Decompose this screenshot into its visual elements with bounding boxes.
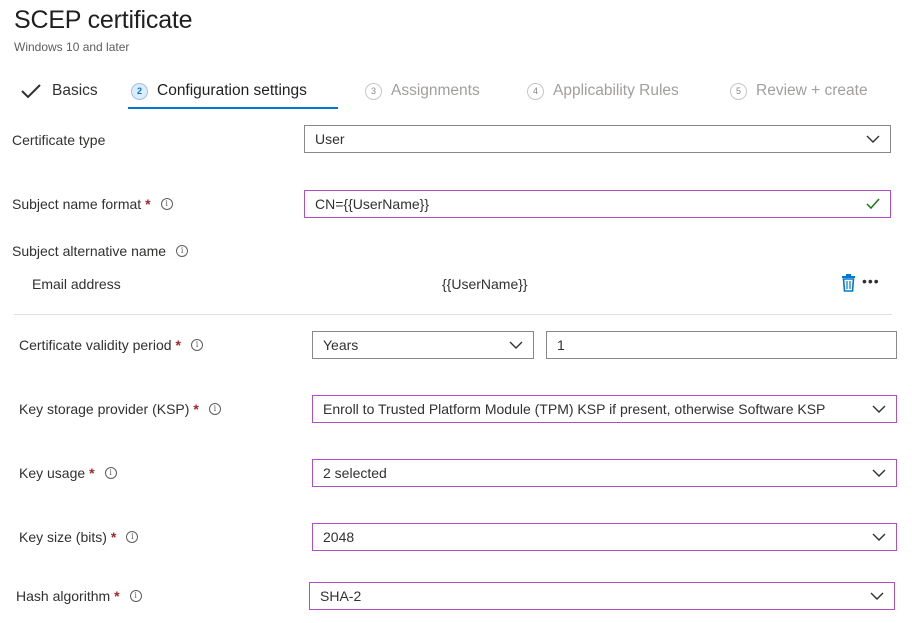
key-size-dropdown[interactable]: 2048 [312, 523, 897, 551]
label-text: Key storage provider (KSP) [19, 401, 190, 417]
label-text: Subject alternative name [12, 243, 167, 259]
tab-label: Configuration settings [157, 82, 307, 99]
chevron-down-icon [866, 135, 880, 143]
dropdown-value: User [315, 131, 345, 147]
tab-review-create[interactable]: 5 Review + create [730, 78, 868, 104]
step-number: 5 [730, 82, 747, 100]
label-text: Subject name format [12, 196, 142, 212]
hash-algorithm-dropdown[interactable]: SHA-2 [309, 582, 895, 610]
tab-label: Review + create [756, 82, 868, 99]
chevron-down-icon [872, 533, 886, 541]
dropdown-value: 2 selected [323, 465, 387, 481]
input-value: 1 [557, 337, 565, 353]
label-text: Key usage [19, 465, 86, 481]
tab-assignments[interactable]: 3 Assignments [365, 78, 480, 104]
required-asterisk: * [89, 465, 95, 481]
subject-name-format-label: Subject name format * i [12, 196, 173, 212]
step-number: 3 [365, 82, 382, 100]
certificate-type-label: Certificate type [12, 132, 105, 148]
step-number: 2 [131, 82, 148, 100]
tab-basics[interactable]: Basics [20, 78, 98, 104]
san-attribute: Email address [32, 276, 121, 292]
info-icon[interactable]: i [160, 198, 173, 210]
dropdown-value: 2048 [323, 529, 355, 545]
tab-label: Basics [52, 82, 98, 99]
step-number: 4 [527, 82, 544, 100]
label-text: Key size (bits) [19, 529, 107, 545]
chevron-down-icon [872, 469, 886, 477]
subject-name-format-input[interactable]: CN={{UserName}} [304, 190, 891, 218]
required-asterisk: * [145, 196, 151, 212]
tab-applicability-rules[interactable]: 4 Applicability Rules [527, 78, 679, 104]
chevron-down-icon [870, 592, 884, 600]
info-icon[interactable]: i [190, 339, 203, 351]
info-icon[interactable]: i [126, 531, 139, 543]
ksp-dropdown[interactable]: Enroll to Trusted Platform Module (TPM) … [312, 395, 897, 423]
label-text: Hash algorithm [16, 588, 111, 604]
tab-configuration-settings[interactable]: 2 Configuration settings [131, 78, 307, 104]
more-options-icon[interactable]: ••• [862, 273, 880, 289]
dropdown-value: Enroll to Trusted Platform Module (TPM) … [323, 401, 826, 417]
label-text: Certificate type [12, 132, 106, 148]
section-divider [14, 314, 892, 315]
page-subtitle: Windows 10 and later [14, 40, 130, 54]
key-usage-dropdown[interactable]: 2 selected [312, 459, 897, 487]
label-text: Certificate validity period [19, 337, 172, 353]
info-icon[interactable]: i [176, 245, 189, 257]
chevron-down-icon [872, 405, 886, 413]
ksp-label: Key storage provider (KSP) * i [19, 401, 221, 417]
validity-period-label: Certificate validity period * i [19, 337, 203, 353]
key-size-label: Key size (bits) * i [19, 529, 139, 545]
tab-label: Applicability Rules [553, 82, 679, 99]
dropdown-value: SHA-2 [320, 588, 362, 604]
key-usage-label: Key usage * i [19, 465, 117, 481]
info-icon[interactable]: i [129, 590, 142, 602]
required-asterisk: * [193, 401, 199, 417]
info-icon[interactable]: i [208, 403, 221, 415]
info-icon[interactable]: i [104, 467, 117, 479]
trash-icon[interactable] [841, 274, 856, 292]
san-value: {{UserName}} [442, 276, 528, 292]
required-asterisk: * [175, 337, 181, 353]
active-tab-indicator [128, 107, 338, 109]
input-value: CN={{UserName}} [315, 196, 430, 212]
subject-alternative-name-label: Subject alternative name i [12, 243, 189, 259]
chevron-down-icon [509, 341, 523, 349]
certificate-type-dropdown[interactable]: User [304, 125, 891, 153]
dropdown-value: Years [323, 337, 359, 353]
page-title: SCEP certificate [14, 6, 193, 34]
required-asterisk: * [114, 588, 120, 604]
valid-check-icon [866, 198, 880, 210]
required-asterisk: * [110, 529, 117, 545]
validity-unit-dropdown[interactable]: Years [312, 331, 534, 359]
validity-amount-input[interactable]: 1 [546, 331, 897, 359]
tab-label: Assignments [391, 82, 480, 99]
hash-algorithm-label: Hash algorithm * i [16, 588, 142, 604]
checkmark-icon [21, 84, 41, 99]
